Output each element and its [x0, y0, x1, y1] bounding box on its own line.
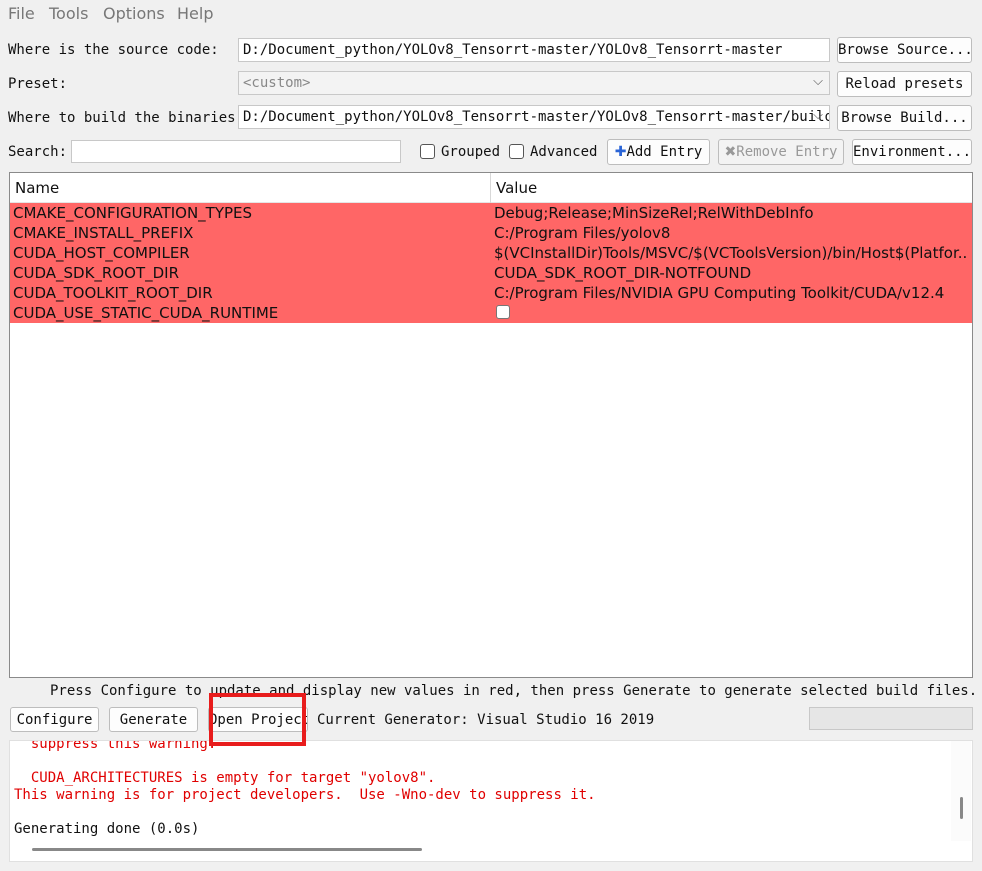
row-value[interactable]: Debug;Release;MinSizeRel;RelWithDebInfo — [494, 204, 968, 222]
menu-tools[interactable]: Tools — [49, 4, 88, 23]
browse-build-button[interactable]: Browse Build... — [837, 105, 972, 131]
row-name: CUDA_HOST_COMPILER — [13, 244, 190, 262]
build-path-value: D:/Document_python/YOLOv8_Tensorrt-maste… — [243, 109, 830, 125]
log-line: This warning is for project developers. … — [14, 787, 596, 803]
build-label: Where to build the binaries: — [8, 110, 245, 126]
search-input[interactable] — [71, 140, 401, 163]
add-entry-button[interactable]: ✚Add Entry — [607, 139, 710, 165]
preset-value: <custom> — [243, 75, 311, 91]
output-log[interactable]: suppress this warning. CUDA_ARCHITECTURE… — [9, 740, 973, 862]
row-value[interactable]: $(VCInstallDir)Tools/MSVC/$(VCToolsVersi… — [494, 244, 968, 262]
remove-x-icon: ✖ — [724, 144, 737, 160]
table-header: Name Value — [10, 173, 972, 203]
row-value-checkbox[interactable] — [496, 305, 510, 319]
log-vertical-scrollbar[interactable] — [951, 741, 971, 841]
log-line: Generating done (0.0s) — [14, 821, 200, 837]
column-name-header[interactable]: Name — [15, 179, 59, 197]
configure-button[interactable]: Configure — [10, 707, 99, 732]
advanced-label: Advanced — [530, 144, 598, 160]
log-line: suppress this warning. — [14, 740, 217, 752]
table-row[interactable]: CUDA_SDK_ROOT_DIR CUDA_SDK_ROOT_DIR-NOTF… — [10, 263, 972, 283]
reload-presets-button[interactable]: Reload presets — [837, 71, 972, 97]
chevron-down-icon: ⌵ — [813, 108, 823, 123]
grouped-checkbox[interactable] — [420, 144, 435, 159]
log-vertical-scroll-thumb[interactable] — [960, 797, 963, 819]
preset-select[interactable]: <custom> ⌵ — [238, 71, 830, 95]
row-value[interactable]: C:/Program Files/NVIDIA GPU Computing To… — [494, 284, 968, 302]
menu-help[interactable]: Help — [177, 4, 213, 23]
table-row[interactable]: CMAKE_INSTALL_PREFIX C:/Program Files/yo… — [10, 223, 972, 243]
advanced-checkbox[interactable] — [509, 144, 524, 159]
column-value-header[interactable]: Value — [496, 179, 537, 197]
table-row[interactable]: CUDA_USE_STATIC_CUDA_RUNTIME — [10, 303, 972, 323]
menu-file[interactable]: File — [8, 4, 35, 23]
highlight-box — [209, 693, 306, 746]
column-divider[interactable] — [490, 173, 491, 203]
remove-entry-label: Remove Entry — [736, 144, 838, 160]
row-name: CUDA_SDK_ROOT_DIR — [13, 264, 180, 282]
preset-label: Preset: — [8, 76, 68, 92]
row-name: CMAKE_CONFIGURATION_TYPES — [13, 204, 253, 222]
add-entry-label: Add Entry — [626, 144, 703, 160]
table-row[interactable]: CUDA_TOOLKIT_ROOT_DIR C:/Program Files/N… — [10, 283, 972, 303]
chevron-down-icon: ⌵ — [813, 74, 823, 89]
menu-options[interactable]: Options — [103, 4, 165, 23]
build-path-select[interactable]: D:/Document_python/YOLOv8_Tensorrt-maste… — [238, 105, 830, 129]
cache-table[interactable]: Name Value CMAKE_CONFIGURATION_TYPES Deb… — [9, 172, 973, 678]
browse-source-button[interactable]: Browse Source... — [837, 37, 972, 63]
menu-bar: File Tools Options Help — [0, 0, 982, 28]
grouped-label: Grouped — [441, 144, 501, 160]
progress-bar — [809, 707, 973, 730]
environment-button[interactable]: Environment... — [852, 139, 972, 165]
source-path-input[interactable]: D:/Document_python/YOLOv8_Tensorrt-maste… — [238, 38, 830, 62]
table-row[interactable]: CMAKE_CONFIGURATION_TYPES Debug;Release;… — [10, 203, 972, 223]
current-generator-label: Current Generator: Visual Studio 16 2019 — [317, 712, 655, 728]
plus-icon: ✚ — [614, 144, 627, 160]
row-name: CUDA_TOOLKIT_ROOT_DIR — [13, 284, 213, 302]
row-value[interactable]: C:/Program Files/yolov8 — [494, 224, 968, 242]
row-name: CMAKE_INSTALL_PREFIX — [13, 224, 194, 242]
row-name: CUDA_USE_STATIC_CUDA_RUNTIME — [13, 304, 279, 322]
row-value[interactable]: CUDA_SDK_ROOT_DIR-NOTFOUND — [494, 264, 968, 282]
table-row[interactable]: CUDA_HOST_COMPILER $(VCInstallDir)Tools/… — [10, 243, 972, 263]
log-horizontal-scroll-thumb[interactable] — [32, 848, 422, 851]
generate-button[interactable]: Generate — [109, 707, 198, 732]
configure-hint: Press Configure to update and display ne… — [50, 683, 978, 699]
log-line: CUDA_ARCHITECTURES is empty for target "… — [14, 770, 436, 786]
source-label: Where is the source code: — [8, 42, 219, 58]
remove-entry-button[interactable]: ✖Remove Entry — [718, 139, 844, 165]
search-label: Search: — [8, 144, 68, 160]
